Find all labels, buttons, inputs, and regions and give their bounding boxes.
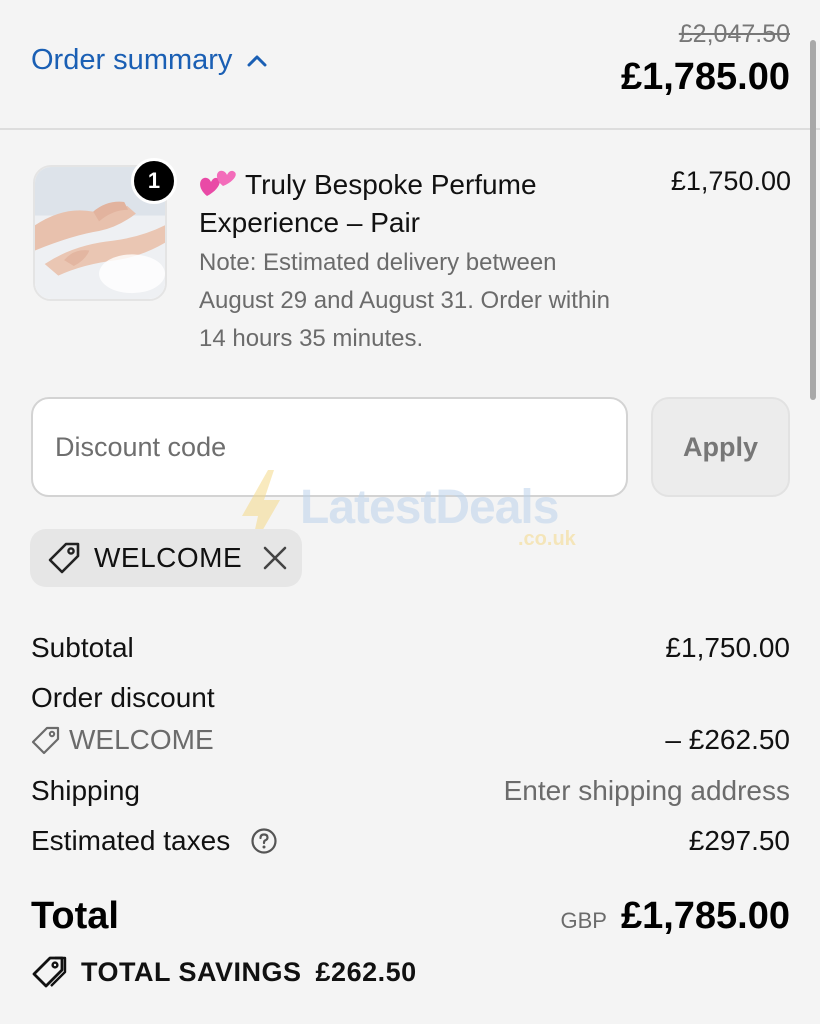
total-savings: TOTAL SAVINGS £262.50	[31, 954, 417, 990]
close-icon[interactable]	[262, 545, 288, 571]
estimated-taxes-value: £297.50	[688, 825, 790, 856]
apply-button[interactable]: Apply	[651, 397, 790, 497]
estimated-taxes-label: Estimated taxes	[31, 825, 278, 857]
estimated-taxes-text: Estimated taxes	[31, 825, 231, 856]
original-price: £2,047.50	[678, 20, 790, 48]
total-label: Total	[31, 895, 119, 937]
scrollbar[interactable]	[810, 40, 816, 400]
order-summary-header: Order summary £2,047.50 £1,785.00	[0, 0, 820, 130]
tag-icon	[31, 726, 60, 755]
product-price: £1,750.00	[670, 166, 791, 196]
watermark-brand-sub: .co.uk	[518, 528, 576, 550]
delivery-note: Note: Estimated delivery between August …	[199, 249, 610, 352]
shipping-label: Shipping	[31, 775, 140, 806]
savings-tag-icon	[32, 956, 67, 988]
discount-code-input[interactable]	[31, 397, 628, 497]
product-line-item: 1 Truly Bespoke Perfume Experience – Pai…	[31, 158, 791, 362]
order-discount-code: WELCOME	[31, 724, 214, 756]
heart-icon	[200, 170, 236, 196]
quantity-badge: 1	[131, 158, 177, 204]
tag-icon	[48, 542, 80, 574]
product-name-text: Truly Bespoke Perfume Experience – Pair	[199, 169, 537, 238]
chevron-up-icon	[247, 55, 267, 66]
applied-discount-chip: WELCOME	[30, 529, 302, 587]
total-savings-amount: £262.50	[315, 956, 417, 987]
order-summary-label: Order summary	[31, 44, 233, 76]
order-discount-code-text: WELCOME	[69, 724, 214, 755]
order-discount-label: Order discount	[31, 682, 215, 713]
currency-code: GBP	[560, 908, 607, 933]
order-discount-value: – £262.50	[665, 724, 790, 755]
subtotal-label: Subtotal	[31, 632, 134, 663]
total-savings-label: TOTAL SAVINGS	[81, 956, 302, 987]
total-amount: £1,785.00	[620, 895, 790, 937]
product-name: Truly Bespoke Perfume Experience – Pair	[199, 166, 619, 242]
order-summary-toggle[interactable]: Order summary	[31, 44, 268, 77]
header-total-price: £1,785.00	[620, 56, 790, 98]
applied-code-label: WELCOME	[94, 542, 243, 573]
total-price-group: GBP £1,785.00	[560, 895, 790, 938]
shipping-value: Enter shipping address	[503, 775, 790, 806]
subtotal-value: £1,750.00	[665, 632, 790, 663]
help-icon[interactable]	[250, 827, 278, 855]
